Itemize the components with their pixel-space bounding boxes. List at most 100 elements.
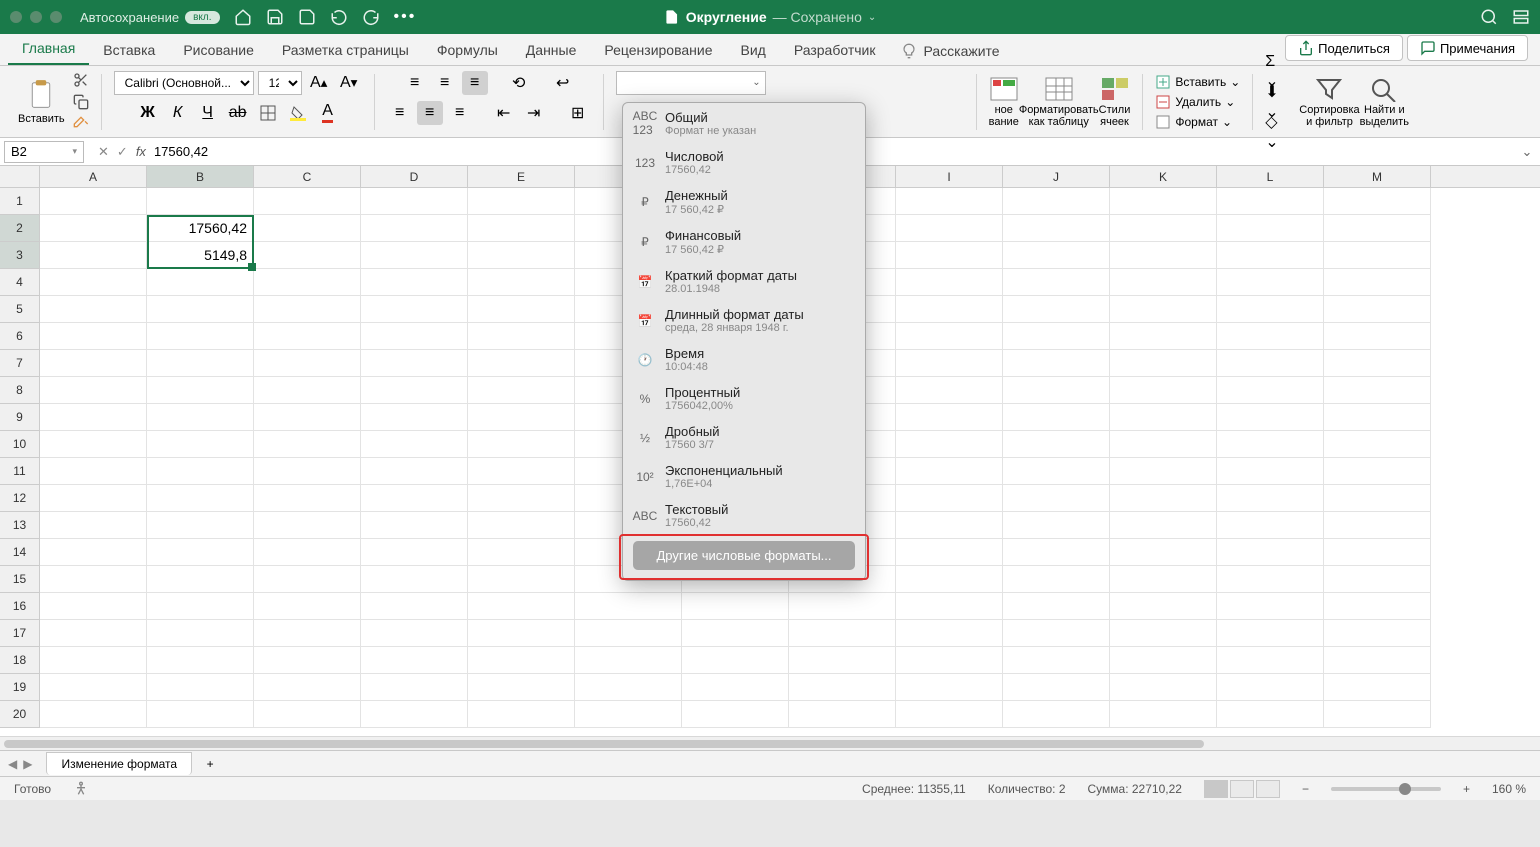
cell[interactable] [468, 188, 575, 215]
cell[interactable] [361, 458, 468, 485]
cell[interactable]: 17560,42 [147, 215, 254, 242]
clear-icon[interactable]: ◇ ⌄ [1265, 120, 1291, 144]
cell[interactable] [682, 647, 789, 674]
cell[interactable] [1110, 566, 1217, 593]
row-header[interactable]: 14 [0, 539, 40, 566]
cell[interactable] [40, 377, 147, 404]
view-normal-button[interactable] [1204, 780, 1228, 798]
search-icon[interactable] [1480, 8, 1498, 26]
cell[interactable] [896, 431, 1003, 458]
cell[interactable] [147, 647, 254, 674]
cell[interactable] [896, 566, 1003, 593]
scroll-thumb[interactable] [4, 740, 1204, 748]
cell[interactable] [468, 620, 575, 647]
cell[interactable] [468, 215, 575, 242]
cell[interactable] [361, 674, 468, 701]
sort-filter-button[interactable]: Сортировка и фильтр [1299, 76, 1359, 128]
cell[interactable] [789, 620, 896, 647]
comments-button[interactable]: Примечания [1407, 35, 1528, 61]
save-icon[interactable] [266, 8, 284, 26]
qat-more-icon[interactable]: ••• [394, 8, 417, 26]
cell[interactable] [1217, 566, 1324, 593]
cell[interactable] [1324, 269, 1431, 296]
cell[interactable] [896, 593, 1003, 620]
format-cells-button[interactable]: Формат ⌄ [1155, 114, 1240, 130]
cell[interactable] [682, 701, 789, 728]
cell[interactable] [1003, 701, 1110, 728]
other-number-formats-button[interactable]: Другие числовые форматы... [633, 541, 855, 570]
save-as-icon[interactable] [298, 8, 316, 26]
cell[interactable] [40, 539, 147, 566]
cell[interactable] [147, 620, 254, 647]
cell[interactable] [40, 620, 147, 647]
number-format-option[interactable]: ½ Дробный 17560 3/7 [623, 418, 865, 457]
row-header[interactable]: 16 [0, 593, 40, 620]
cell[interactable] [147, 512, 254, 539]
cell[interactable] [1003, 269, 1110, 296]
cell[interactable] [468, 377, 575, 404]
cell[interactable] [361, 566, 468, 593]
cell[interactable] [575, 701, 682, 728]
cell[interactable] [789, 647, 896, 674]
cell[interactable] [147, 539, 254, 566]
tab-view[interactable]: Вид [727, 36, 780, 65]
cell[interactable] [896, 404, 1003, 431]
cell[interactable] [40, 404, 147, 431]
cell[interactable] [575, 647, 682, 674]
cell[interactable] [896, 188, 1003, 215]
number-format-option[interactable]: 📅 Краткий формат даты 28.01.1948 [623, 262, 865, 301]
cell[interactable] [1217, 377, 1324, 404]
cell[interactable] [468, 431, 575, 458]
cell[interactable] [40, 269, 147, 296]
cell[interactable] [896, 512, 1003, 539]
cell[interactable] [254, 701, 361, 728]
cell[interactable] [147, 296, 254, 323]
cell[interactable] [1110, 647, 1217, 674]
tell-me[interactable]: Расскажите [889, 37, 1011, 65]
conditional-format-button[interactable]: ное вание [989, 76, 1019, 128]
row-header[interactable]: 7 [0, 350, 40, 377]
strike-button[interactable]: ab [225, 101, 251, 125]
zoom-thumb[interactable] [1399, 783, 1411, 795]
share-button[interactable]: Поделиться [1285, 35, 1403, 61]
cell[interactable] [1110, 215, 1217, 242]
cell[interactable] [896, 296, 1003, 323]
cell[interactable] [147, 674, 254, 701]
cell[interactable] [361, 539, 468, 566]
cell[interactable] [147, 458, 254, 485]
cell[interactable] [40, 458, 147, 485]
format-table-button[interactable]: Форматировать как таблицу [1019, 76, 1099, 128]
find-select-button[interactable]: Найти и выделить [1360, 76, 1409, 128]
ribbon-toggle-icon[interactable] [1512, 8, 1530, 26]
cell[interactable] [1110, 188, 1217, 215]
cell[interactable] [1110, 593, 1217, 620]
row-header[interactable]: 9 [0, 404, 40, 431]
cell[interactable] [1217, 539, 1324, 566]
cell[interactable] [40, 323, 147, 350]
cell-styles-button[interactable]: Стили ячеек [1099, 76, 1131, 128]
cell[interactable] [254, 512, 361, 539]
name-box[interactable]: B2▾ [4, 141, 84, 163]
cell[interactable] [682, 620, 789, 647]
row-header[interactable]: 17 [0, 620, 40, 647]
cell[interactable] [1110, 323, 1217, 350]
increase-indent-icon[interactable]: ⇥ [521, 101, 547, 125]
row-header[interactable]: 4 [0, 269, 40, 296]
insert-cells-button[interactable]: Вставить ⌄ [1155, 74, 1240, 90]
cell[interactable] [361, 593, 468, 620]
cell[interactable] [40, 566, 147, 593]
cell[interactable] [1110, 269, 1217, 296]
cell[interactable] [1217, 188, 1324, 215]
row-header[interactable]: 12 [0, 485, 40, 512]
cell[interactable] [896, 242, 1003, 269]
cell[interactable] [361, 323, 468, 350]
maximize-icon[interactable] [50, 11, 62, 23]
cell[interactable] [361, 512, 468, 539]
cell[interactable] [1003, 404, 1110, 431]
cell[interactable] [361, 431, 468, 458]
cell[interactable] [896, 701, 1003, 728]
paste-button[interactable]: Вставить [18, 79, 65, 125]
cell[interactable] [896, 377, 1003, 404]
cell[interactable] [361, 404, 468, 431]
cell[interactable] [468, 242, 575, 269]
